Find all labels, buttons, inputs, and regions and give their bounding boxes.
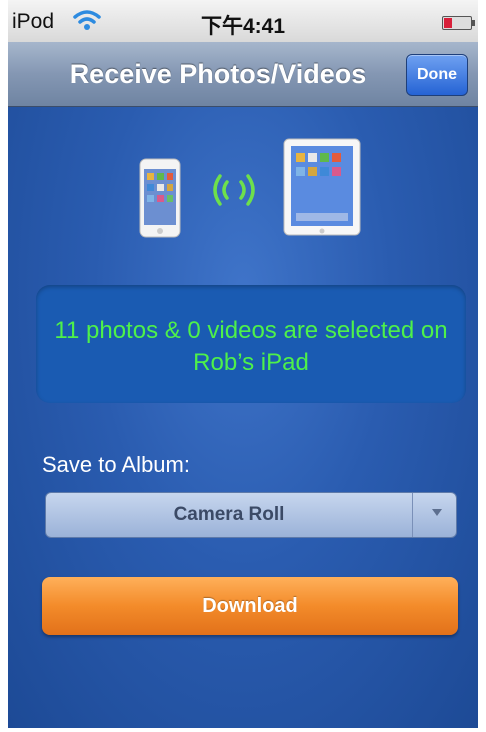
status-bar: iPod 下午4:41 xyxy=(8,0,478,43)
album-selected-value: Camera Roll xyxy=(173,504,285,525)
album-dropdown[interactable]: Camera Roll xyxy=(45,492,457,538)
done-button[interactable]: Done xyxy=(406,54,468,96)
status-time: 下午4:41 xyxy=(200,15,286,38)
navigation-bar: Receive Photos/Videos Done xyxy=(8,42,478,107)
dropdown-arrow-icon[interactable] xyxy=(432,509,442,516)
page-title: Receive Photos/Videos xyxy=(69,59,367,89)
dropdown-divider xyxy=(412,493,413,537)
download-button[interactable]: Download xyxy=(42,577,458,635)
selection-info-box: 11 photos & 0 videos are selected on Rob… xyxy=(36,285,466,403)
save-to-album-label: Save to Album: xyxy=(42,452,190,477)
screen: iPod 下午4:41 Receive Photos/Videos Done 1… xyxy=(8,0,478,728)
ipad-icon xyxy=(283,138,361,236)
battery-icon xyxy=(442,16,475,30)
main-content: 11 photos & 0 videos are selected on Rob… xyxy=(8,107,478,728)
selection-info-text: 11 photos & 0 videos are selected on Rob… xyxy=(54,317,448,376)
iphone-icon xyxy=(139,158,181,238)
wireless-waves-icon xyxy=(213,174,255,206)
